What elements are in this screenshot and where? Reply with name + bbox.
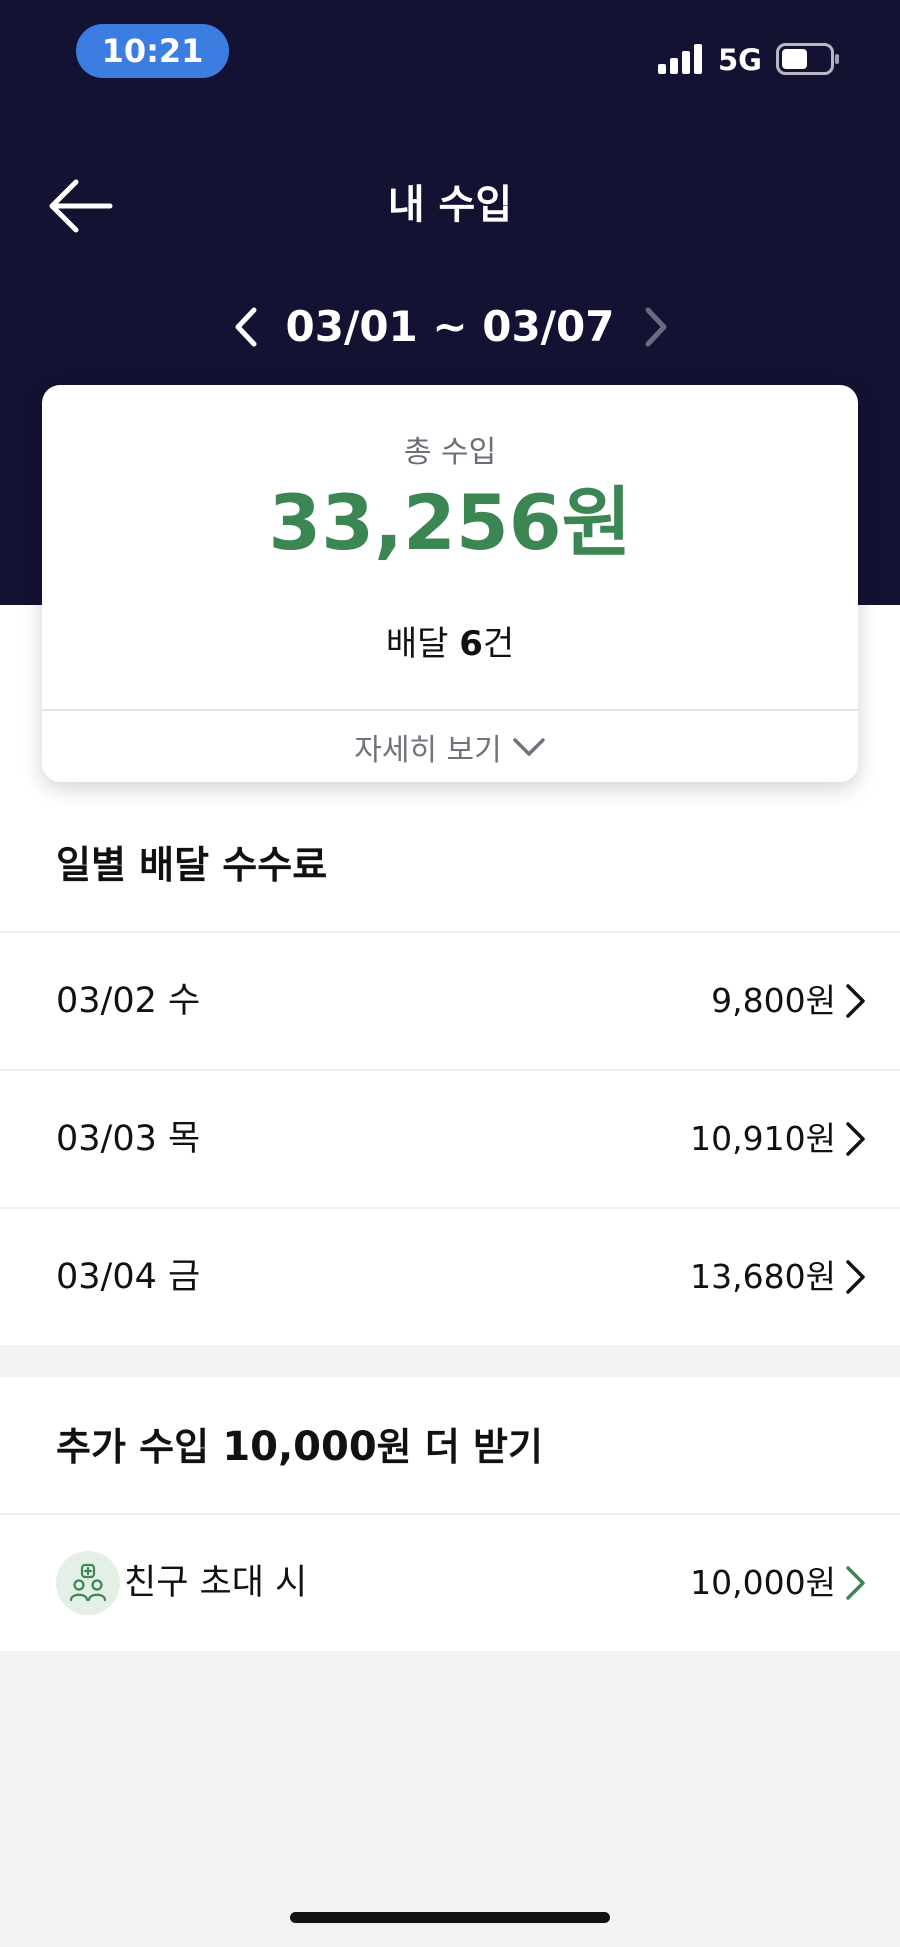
delivery-count-number: 6 [459, 624, 483, 664]
daily-fee-row[interactable]: 03/02 수 9,800원 [0, 931, 900, 1069]
daily-fee-row[interactable]: 03/03 목 10,910원 [0, 1069, 900, 1207]
arrow-left-icon[interactable] [48, 178, 114, 234]
chevron-right-icon [846, 1566, 865, 1600]
network-label: 5G [718, 43, 762, 77]
battery-icon [776, 43, 839, 75]
chevron-right-icon [846, 1260, 865, 1294]
daily-fee-date: 03/03 목 [56, 1119, 201, 1159]
chevron-right-icon [846, 1122, 865, 1156]
invite-friend-amount: 10,000원 [690, 1563, 836, 1602]
invite-friends-icon [56, 1551, 120, 1615]
chevron-right-icon [846, 984, 865, 1018]
daily-fee-amount: 9,800원 [711, 981, 836, 1020]
total-income-label: 총 수입 [403, 435, 497, 470]
bonus-heading-amount: 10,000 [222, 1424, 377, 1470]
total-income-amount: 33,256원 [268, 478, 632, 567]
income-summary-card: 총 수입 33,256원 배달 6건 자세히 보기 [42, 385, 858, 782]
week-range: 03/01 ~ 03/07 [285, 302, 615, 351]
delivery-prefix: 배달 [385, 624, 460, 664]
daily-fee-amount: 10,910원 [690, 1119, 836, 1158]
delivery-suffix: 건 [482, 624, 515, 664]
signal-icon [658, 44, 702, 74]
daily-fee-row[interactable]: 03/04 금 13,680원 [0, 1207, 900, 1345]
delivery-count: 배달 6건 [42, 619, 858, 669]
daily-fee-date: 03/02 수 [56, 981, 201, 1021]
chevron-right-icon[interactable] [634, 302, 678, 352]
status-time: 10:21 [76, 24, 229, 78]
invite-friend-row[interactable]: 친구 초대 시 10,000원 [0, 1513, 900, 1651]
daily-fees-heading: 일별 배달 수수료 [56, 843, 328, 887]
details-toggle-button[interactable]: 자세히 보기 [42, 711, 858, 782]
bonus-heading: 추가 수입 10,000원 더 받기 [56, 1417, 543, 1477]
chevron-down-icon [513, 737, 545, 756]
page-title: 내 수입 [387, 182, 513, 228]
invite-friend-label: 친구 초대 시 [124, 1563, 308, 1603]
daily-fee-amount: 13,680원 [690, 1257, 836, 1296]
home-indicator [290, 1912, 610, 1923]
details-label: 자세히 보기 [354, 732, 502, 768]
bonus-heading-prefix: 추가 수입 [56, 1425, 223, 1469]
bonus-heading-suffix: 원 더 받기 [376, 1425, 543, 1469]
daily-fee-date: 03/04 금 [56, 1257, 201, 1297]
bonus-income-section: 추가 수입 10,000원 더 받기 친구 초대 시 10,000원 [0, 1377, 900, 1651]
chevron-left-icon[interactable] [224, 302, 268, 352]
